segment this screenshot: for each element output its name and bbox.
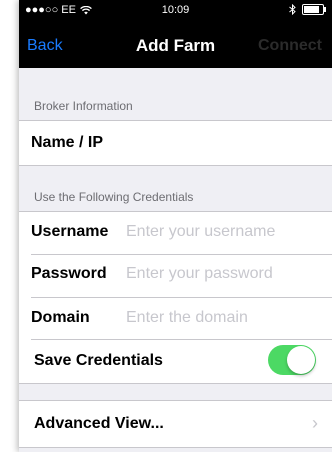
advanced-view-label: Advanced View... <box>34 415 164 432</box>
battery-fill <box>304 6 319 13</box>
connect-button[interactable]: Connect <box>258 37 322 55</box>
domain-input[interactable]: Enter the domain <box>126 309 248 327</box>
status-bar: ●●●○○ EE 10:09 <box>19 0 332 22</box>
advanced-view-cell[interactable]: Advanced View... › <box>19 400 332 448</box>
broker-section-header: Broker Information <box>34 99 133 113</box>
save-credentials-label: Save Credentials <box>34 352 163 369</box>
save-credentials-toggle[interactable] <box>268 345 316 375</box>
bluetooth-icon <box>289 4 296 15</box>
username-input[interactable]: Enter your username <box>126 223 275 241</box>
password-input[interactable]: Enter your password <box>126 265 273 283</box>
row-divider <box>31 254 332 255</box>
status-right <box>289 4 326 15</box>
row-divider <box>31 297 332 298</box>
credentials-section-header: Use the Following Credentials <box>34 190 194 204</box>
battery-icon <box>302 4 326 15</box>
name-ip-cell[interactable]: Name / IP <box>19 120 332 166</box>
toggle-knob <box>287 346 315 374</box>
row-divider <box>31 339 332 340</box>
navigation-bar: Back Add Farm Connect <box>19 22 332 68</box>
chevron-right-icon: › <box>312 413 318 433</box>
phone-screen: ●●●○○ EE 10:09 Back Add Farm Connect Bro… <box>19 0 332 452</box>
status-time: 10:09 <box>161 4 190 16</box>
name-ip-label: Name / IP <box>31 134 104 151</box>
username-label: Username <box>31 223 109 240</box>
domain-label: Domain <box>31 309 90 326</box>
credentials-group: Username Enter your username Password En… <box>19 211 332 384</box>
password-label: Password <box>31 265 107 282</box>
